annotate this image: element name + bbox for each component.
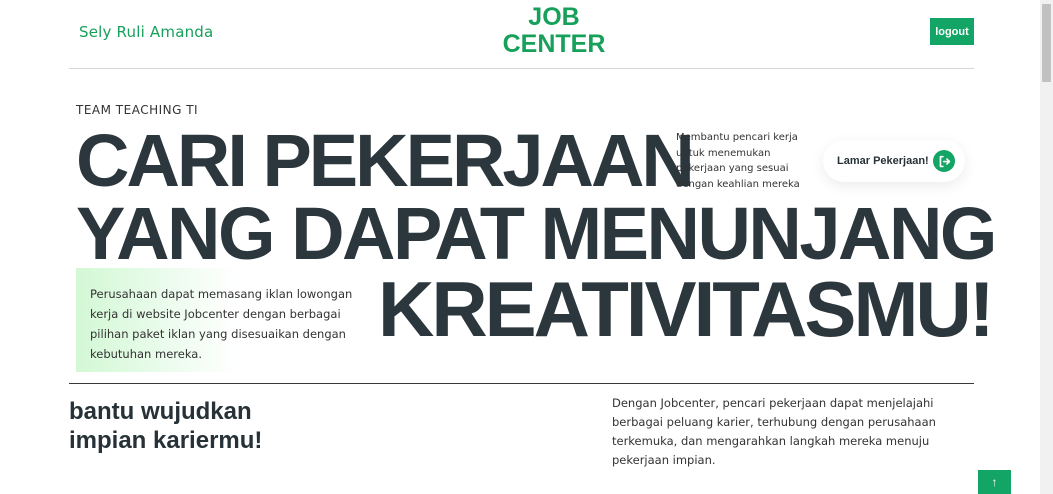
headline-line-1: CARI PEKERJAAN xyxy=(76,119,695,202)
about-description: Dengan Jobcenter, pencari pekerjaan dapa… xyxy=(612,396,936,467)
logo-line-job: JOB xyxy=(528,3,580,31)
logout-button[interactable]: logout xyxy=(930,18,974,45)
logo-line-center: CENTER xyxy=(502,30,606,58)
site-logo[interactable]: JOB CENTER xyxy=(490,4,618,58)
arrow-right-from-bracket-icon xyxy=(933,150,955,172)
apply-job-button[interactable]: Lamar Pekerjaan! xyxy=(823,140,965,182)
scrollbar-thumb[interactable] xyxy=(1042,4,1051,82)
top-header: Sely Ruli Amanda JOB CENTER logout xyxy=(0,0,1040,70)
hero-side-description: Membantu pencari kerja untuk menemukan p… xyxy=(676,132,800,190)
page-scrollbar[interactable] xyxy=(1040,0,1053,494)
about-tagline: bantu wujudkan impian kariermu! xyxy=(69,398,263,454)
user-name: Sely Ruli Amanda xyxy=(79,23,214,41)
header-divider xyxy=(69,68,974,69)
company-info-card: Perusahaan dapat memasang iklan lowongan… xyxy=(76,268,368,372)
hero-eyebrow: TEAM TEACHING TI xyxy=(76,103,199,117)
section-divider xyxy=(69,383,974,384)
apply-job-label: Lamar Pekerjaan! xyxy=(837,155,929,167)
arrow-up-icon: ↑ xyxy=(991,475,998,489)
scroll-to-top-button[interactable]: ↑ xyxy=(978,470,1011,494)
headline-line-2: YANG DAPAT MENUNJANG xyxy=(76,192,997,275)
headline-line-3: KREATIVITASMU! xyxy=(378,265,995,353)
company-info-text: Perusahaan dapat memasang iklan lowongan… xyxy=(90,287,353,361)
